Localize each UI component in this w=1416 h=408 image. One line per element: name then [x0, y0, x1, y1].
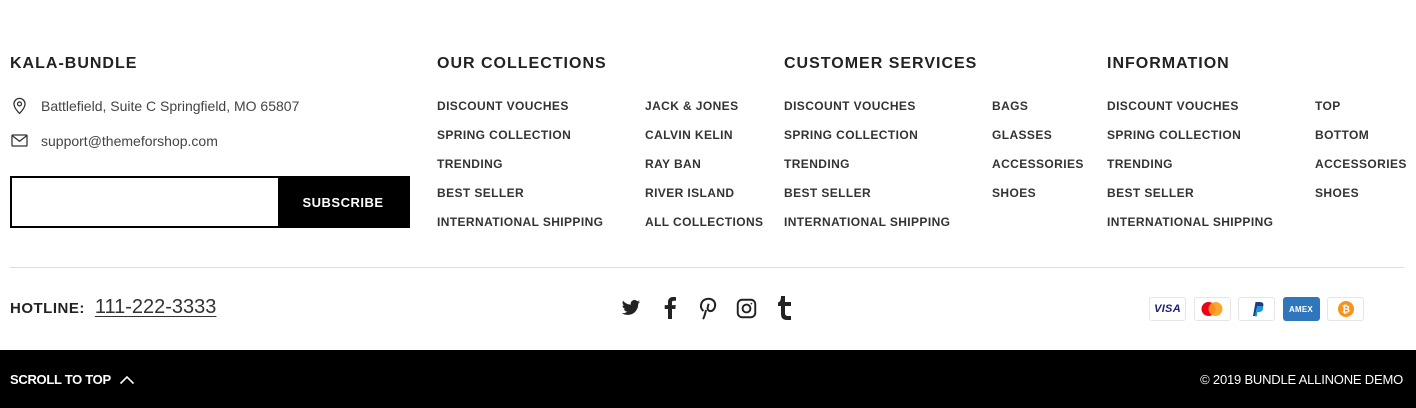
collections-link[interactable]: DISCOUNT VOUCHES [437, 97, 603, 126]
email-link[interactable]: support@themeforshop.com [41, 133, 218, 149]
collections-link[interactable]: RAY BAN [645, 155, 763, 184]
customer-services-link[interactable]: SPRING COLLECTION [784, 126, 950, 155]
subscribe-form: SUBSCRIBE [10, 176, 410, 228]
social-links [620, 296, 813, 320]
customer-services-list-2: BAGS GLASSES ACCESSORIES SHOES [992, 97, 1084, 213]
customer-services-link[interactable]: SHOES [992, 184, 1084, 213]
collections-link[interactable]: BEST SELLER [437, 184, 603, 213]
collections-link[interactable]: TRENDING [437, 155, 603, 184]
amex-icon: AMEX [1282, 297, 1320, 321]
information-link[interactable]: DISCOUNT VOUCHES [1107, 97, 1273, 126]
brand-title: KALA-BUNDLE [10, 55, 138, 72]
collections-list-1: DISCOUNT VOUCHES SPRING COLLECTION TREND… [437, 97, 603, 242]
instagram-icon[interactable] [736, 296, 758, 320]
collections-link[interactable]: SPRING COLLECTION [437, 126, 603, 155]
footer-top: KALA-BUNDLE Battlefield, Suite C Springf… [0, 0, 1416, 350]
information-link[interactable]: SPRING COLLECTION [1107, 126, 1273, 155]
svg-text:₿: ₿ [1341, 304, 1349, 316]
email-row: support@themeforshop.com [10, 131, 218, 150]
subscribe-button[interactable]: SUBSCRIBE [278, 178, 408, 226]
information-list-2: TOP BOTTOM ACCESSORIES SHOES [1315, 97, 1407, 213]
customer-services-list-1: DISCOUNT VOUCHES SPRING COLLECTION TREND… [784, 97, 950, 242]
subscribe-email-input[interactable] [12, 178, 278, 226]
visa-icon: VISA [1149, 297, 1186, 321]
information-link[interactable]: INTERNATIONAL SHIPPING [1107, 213, 1273, 242]
hotline-label: HOTLINE: [10, 300, 85, 317]
information-title: INFORMATION [1107, 55, 1230, 72]
hotline-number-link[interactable]: 111-222-3333 [95, 296, 217, 319]
customer-services-link[interactable]: ACCESSORIES [992, 155, 1084, 184]
hotline: HOTLINE: 111-222-3333 [10, 296, 216, 319]
chevron-up-icon [119, 375, 134, 384]
information-link[interactable]: SHOES [1315, 184, 1407, 213]
scroll-to-top-label: SCROLL TO TOP [10, 372, 111, 387]
payment-methods: VISA AMEX ₿ [1149, 297, 1372, 321]
amex-label: AMEX [1289, 304, 1313, 314]
information-link[interactable]: BEST SELLER [1107, 184, 1273, 213]
customer-services-link[interactable]: BEST SELLER [784, 184, 950, 213]
bottom-bar: SCROLL TO TOP © 2019 BUNDLE ALLINONE DEM… [0, 350, 1416, 408]
customer-services-link[interactable]: BAGS [992, 97, 1084, 126]
customer-services-title: CUSTOMER SERVICES [784, 55, 978, 72]
customer-services-link[interactable]: TRENDING [784, 155, 950, 184]
pinterest-icon[interactable] [697, 296, 719, 320]
information-link[interactable]: TOP [1315, 97, 1407, 126]
mastercard-icon [1193, 297, 1231, 321]
tumblr-icon[interactable] [774, 296, 796, 320]
customer-services-link[interactable]: INTERNATIONAL SHIPPING [784, 213, 950, 242]
collections-title: OUR COLLECTIONS [437, 55, 607, 72]
address-text: Battlefield, Suite C Springfield, MO 658… [41, 97, 300, 114]
footer-divider [10, 267, 1404, 268]
copyright-text: © 2019 BUNDLE ALLINONE DEMO [1200, 372, 1403, 387]
collections-link[interactable]: ALL COLLECTIONS [645, 213, 763, 242]
information-link[interactable]: TRENDING [1107, 155, 1273, 184]
paypal-icon [1238, 297, 1275, 321]
customer-services-link[interactable]: GLASSES [992, 126, 1084, 155]
facebook-icon[interactable] [659, 296, 681, 320]
collections-link[interactable]: RIVER ISLAND [645, 184, 763, 213]
collections-link[interactable]: CALVIN KELIN [645, 126, 763, 155]
collections-link[interactable]: JACK & JONES [645, 97, 763, 126]
address-row: Battlefield, Suite C Springfield, MO 658… [10, 96, 299, 115]
collections-link[interactable]: INTERNATIONAL SHIPPING [437, 213, 603, 242]
customer-services-link[interactable]: DISCOUNT VOUCHES [784, 97, 950, 126]
information-link[interactable]: ACCESSORIES [1315, 155, 1407, 184]
collections-list-2: JACK & JONES CALVIN KELIN RAY BAN RIVER … [645, 97, 763, 242]
twitter-icon[interactable] [620, 296, 642, 320]
information-link[interactable]: BOTTOM [1315, 126, 1407, 155]
information-list-1: DISCOUNT VOUCHES SPRING COLLECTION TREND… [1107, 97, 1273, 242]
visa-label: VISA [1154, 303, 1181, 315]
mail-icon [11, 134, 28, 147]
scroll-to-top-button[interactable]: SCROLL TO TOP [10, 372, 135, 387]
bitcoin-icon: ₿ [1327, 297, 1364, 321]
location-pin-icon [13, 97, 26, 115]
